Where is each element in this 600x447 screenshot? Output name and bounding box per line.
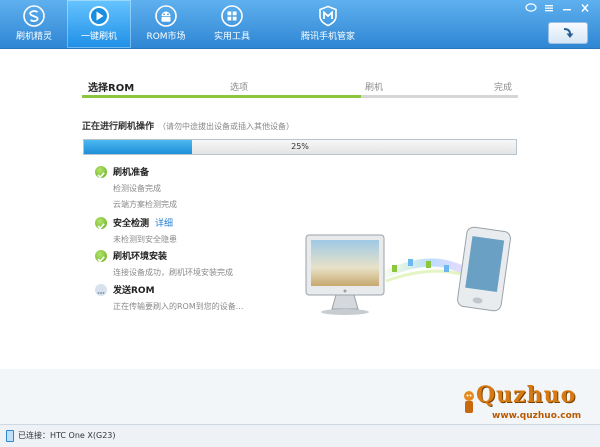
operation-title: 正在进行刷机操作 （请勿中途拔出设备或插入其他设备）: [82, 119, 294, 132]
status-bar: 已连接：HTC One X(G23): [0, 424, 600, 447]
step-flash: 刷机: [365, 83, 384, 93]
check-detail: 检测设备完成: [113, 184, 161, 193]
close-icon[interactable]: [578, 3, 592, 14]
step-select-rom: 选择ROM: [88, 83, 135, 94]
monitor-icon: [305, 234, 385, 315]
nav-tencent-manager[interactable]: 腾讯手机管家: [290, 0, 366, 48]
back-button[interactable]: [548, 22, 588, 44]
shield-icon: [319, 5, 337, 27]
device-icon: [6, 430, 14, 442]
check-title: 刷机准备: [113, 168, 150, 178]
nav-label: 刷机精灵: [15, 32, 52, 42]
check-detail: 云端方案检测完成: [113, 200, 177, 209]
check-detail: 连接设备成功，刷机环境安装完成: [113, 268, 233, 277]
s-logo-icon: [23, 5, 45, 27]
nav-label: ROM市场: [146, 32, 186, 42]
check-detail: 未检测到安全隐患: [113, 235, 177, 244]
check-title: 发送ROM: [113, 286, 155, 296]
operation-title-text: 正在进行刷机操作: [82, 122, 155, 132]
nav-label: 一键刷机: [80, 32, 117, 42]
phone-icon: [457, 226, 511, 312]
top-toolbar: 刷机精灵 一键刷机 ROM市场 实用工具 腾讯手机管家: [0, 0, 600, 49]
operation-hint: （请勿中途拔出设备或插入其他设备）: [158, 122, 295, 131]
nav-yijianshuaji[interactable]: 一键刷机: [67, 0, 131, 48]
watermark-url: www.quzhuo.com: [492, 411, 582, 421]
nav-tools[interactable]: 实用工具: [200, 0, 264, 48]
step-indicator: 选择ROM 选项 刷机 完成: [82, 80, 518, 102]
android-icon: [155, 5, 177, 27]
mascot-icon: [464, 391, 474, 413]
check-detail: 正在传输要刷入的ROM到您的设备...: [113, 302, 244, 311]
nav-rom-market[interactable]: ROM市场: [134, 0, 198, 48]
check-title: 安全检测: [113, 219, 150, 229]
window-controls: [524, 3, 592, 14]
nav-shuajijingling[interactable]: 刷机精灵: [2, 0, 66, 48]
nav-label: 实用工具: [213, 32, 250, 42]
check-done-icon: [95, 250, 107, 263]
check-pending-icon: [95, 284, 107, 296]
grid-icon: [221, 5, 243, 27]
menu-icon[interactable]: [542, 3, 556, 14]
check-done-icon: [95, 166, 107, 179]
check-title: 刷机环境安装: [113, 252, 168, 262]
connection-status: 已连接：HTC One X(G23): [18, 431, 116, 440]
nav-label: 腾讯手机管家: [300, 32, 355, 42]
feedback-icon[interactable]: [524, 3, 538, 14]
flash-progress-label: 25%: [291, 142, 309, 151]
check-done-icon: [95, 217, 107, 230]
play-icon: [89, 6, 109, 26]
details-link[interactable]: 详细: [155, 219, 173, 229]
minimize-icon[interactable]: [560, 3, 574, 14]
watermark-logo: Quzhuo: [476, 382, 577, 408]
check-title-row: 安全检测 详细: [113, 216, 173, 229]
watermark: Quzhuo www.quzhuo.com: [462, 380, 592, 421]
flash-progress-bar: 25%: [83, 139, 517, 155]
step-options: 选项: [230, 83, 249, 93]
step-complete: 完成: [494, 83, 513, 93]
transfer-illustration: [305, 226, 511, 315]
step-progress-fill: [82, 95, 362, 98]
return-arrow-icon: [563, 28, 574, 38]
